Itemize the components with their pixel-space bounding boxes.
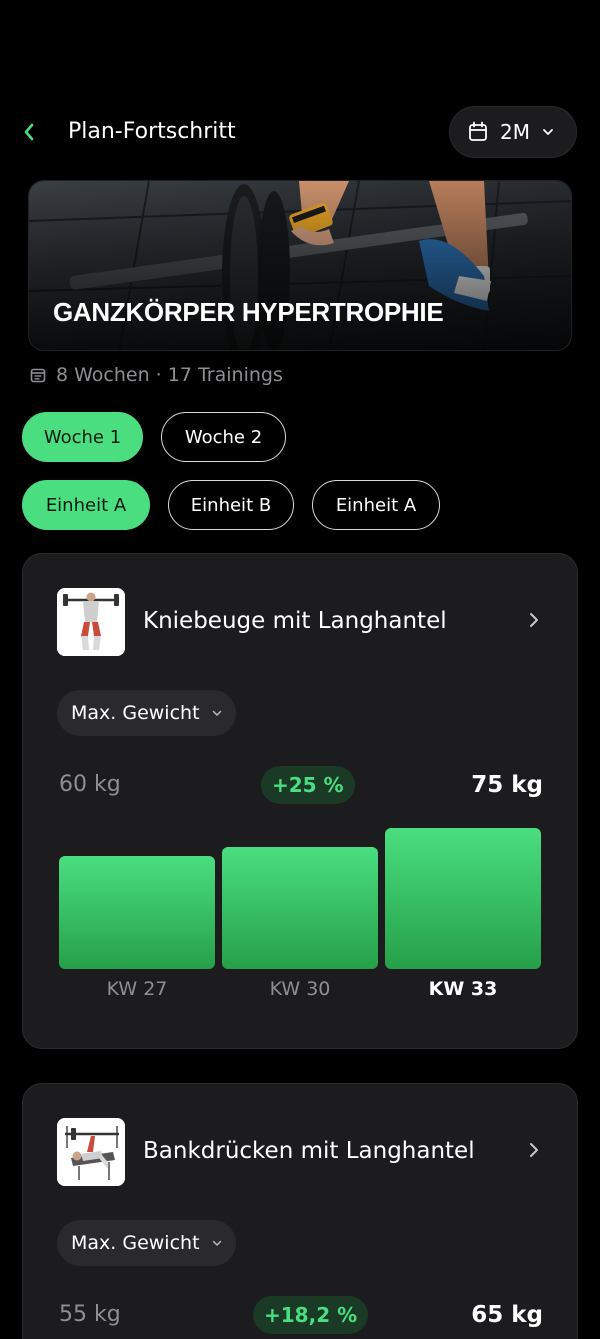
page-title: Plan-Fortschritt	[68, 119, 236, 144]
date-range-value: 2M	[500, 120, 530, 144]
chip-week-1[interactable]: Woche 1	[22, 412, 143, 462]
delta-badge: +25 %	[261, 766, 355, 804]
chevron-down-icon	[543, 129, 553, 135]
chart-bar	[59, 856, 215, 969]
chip-session-a-2[interactable]: Einheit A	[312, 480, 440, 530]
bench-press-illustration	[57, 1118, 125, 1186]
calendar-icon	[30, 368, 46, 383]
chart-x-label: KW 27	[106, 978, 168, 1000]
chevron-right-icon[interactable]	[529, 1142, 539, 1158]
exercise-thumbnail	[57, 1118, 125, 1186]
chart-bar	[385, 828, 541, 969]
exercise-name: Kniebeuge mit Langhantel	[143, 608, 447, 634]
plan-meta: 8 Wochen · 17 Trainings	[30, 364, 283, 386]
date-range-selector[interactable]: 2M	[449, 106, 577, 158]
exercise-card[interactable]: Kniebeuge mit Langhantel Max. Gewicht 60…	[22, 553, 578, 1049]
plan-hero-banner[interactable]: GANZKÖRPER HYPERTROPHIE	[28, 180, 572, 351]
chevron-down-icon	[212, 1240, 221, 1246]
chip-session-a[interactable]: Einheit A	[22, 480, 150, 530]
plan-title: GANZKÖRPER HYPERTROPHIE	[53, 297, 444, 327]
start-value: 60 kg	[59, 772, 121, 797]
exercise-thumbnail	[57, 588, 125, 656]
progress-bar-chart	[59, 819, 541, 969]
metric-dropdown-label: Max. Gewicht	[71, 1232, 200, 1254]
end-value: 65 kg	[471, 1302, 543, 1328]
chevron-down-icon	[212, 710, 221, 716]
plan-meta-text: 8 Wochen · 17 Trainings	[56, 364, 283, 386]
session-selector: Einheit A Einheit B Einheit A	[22, 480, 440, 530]
start-value: 55 kg	[59, 1302, 121, 1327]
week-selector: Woche 1 Woche 2	[22, 412, 286, 462]
chart-bar	[222, 847, 378, 969]
squat-illustration	[57, 588, 125, 656]
header: Plan-Fortschritt 2M	[0, 106, 600, 158]
chart-x-label: KW 30	[269, 978, 331, 1000]
exercise-name: Bankdrücken mit Langhantel	[143, 1138, 475, 1164]
exercise-card[interactable]: Bankdrücken mit Langhantel Max. Gewicht …	[22, 1083, 578, 1339]
delta-badge: +18,2 %	[253, 1296, 369, 1334]
metric-dropdown[interactable]: Max. Gewicht	[57, 690, 236, 736]
calendar-icon	[469, 121, 487, 141]
chip-week-2[interactable]: Woche 2	[161, 412, 286, 462]
metric-dropdown-label: Max. Gewicht	[71, 702, 200, 724]
chip-session-b[interactable]: Einheit B	[168, 480, 294, 530]
chevron-right-icon[interactable]	[529, 612, 539, 628]
back-button[interactable]	[16, 118, 42, 146]
chart-x-label: KW 33	[428, 978, 498, 1000]
chevron-left-icon	[24, 123, 34, 141]
end-value: 75 kg	[471, 772, 543, 798]
metric-dropdown[interactable]: Max. Gewicht	[57, 1220, 236, 1266]
